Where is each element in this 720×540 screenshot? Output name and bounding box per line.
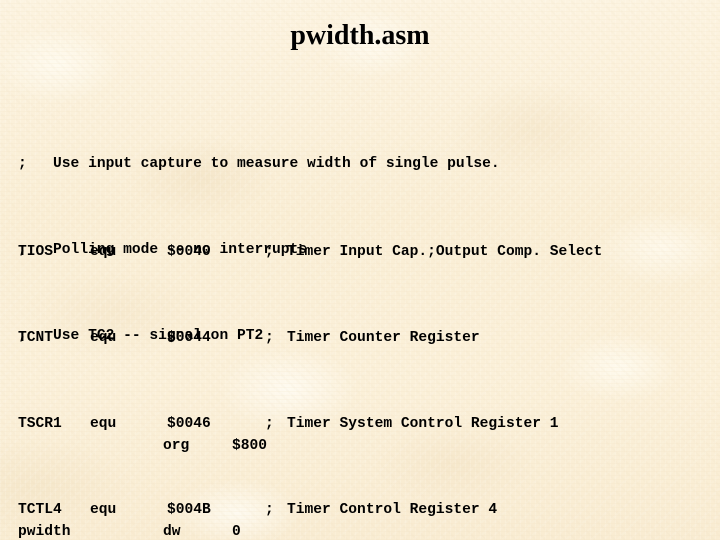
address-value: $0040 [167,243,211,260]
directive-label: dw [163,523,181,540]
table-row: TCNT equ $0044; Timer Counter Register [18,328,602,350]
slide-canvas: pwidth.asm ; Use input capture to measur… [0,0,720,540]
comment-line: ; Use input capture to measure width of … [18,154,500,176]
comment-text: Timer Input Cap.;Output Comp. Select [287,243,603,260]
origin-data-block: org $800 pwidth dw 0 [18,371,267,540]
page-title: pwidth.asm [290,20,430,51]
address-value: 0 [232,523,241,540]
symbol-label: TCNT [18,329,54,346]
comment-marker: ; [265,501,274,518]
symbol-label: pwidth [18,523,71,540]
directive-label: org [163,437,190,454]
table-row: org $800 [18,436,267,458]
address-value: $0044 [167,329,211,346]
comment-marker: ; [265,329,274,346]
address-value: $800 [232,437,268,454]
comment-text: Timer Control Register 4 [287,501,498,518]
directive-label: equ [90,243,117,260]
slide-content: pwidth.asm ; Use input capture to measur… [0,0,720,540]
comment-text: Use input capture to measure width of si… [53,155,500,172]
comment-marker: ; [265,243,274,260]
comment-marker: ; [18,155,27,172]
symbol-label: TIOS [18,243,54,260]
table-row: TIOS equ $0040; Timer Input Cap.;Output Com… [18,242,602,264]
comment-text: Timer System Control Register 1 [287,415,559,432]
directive-label: equ [90,329,117,346]
table-row: pwidth dw 0 [18,522,267,540]
comment-text: Timer Counter Register [287,329,480,346]
comment-marker: ; [265,415,274,432]
